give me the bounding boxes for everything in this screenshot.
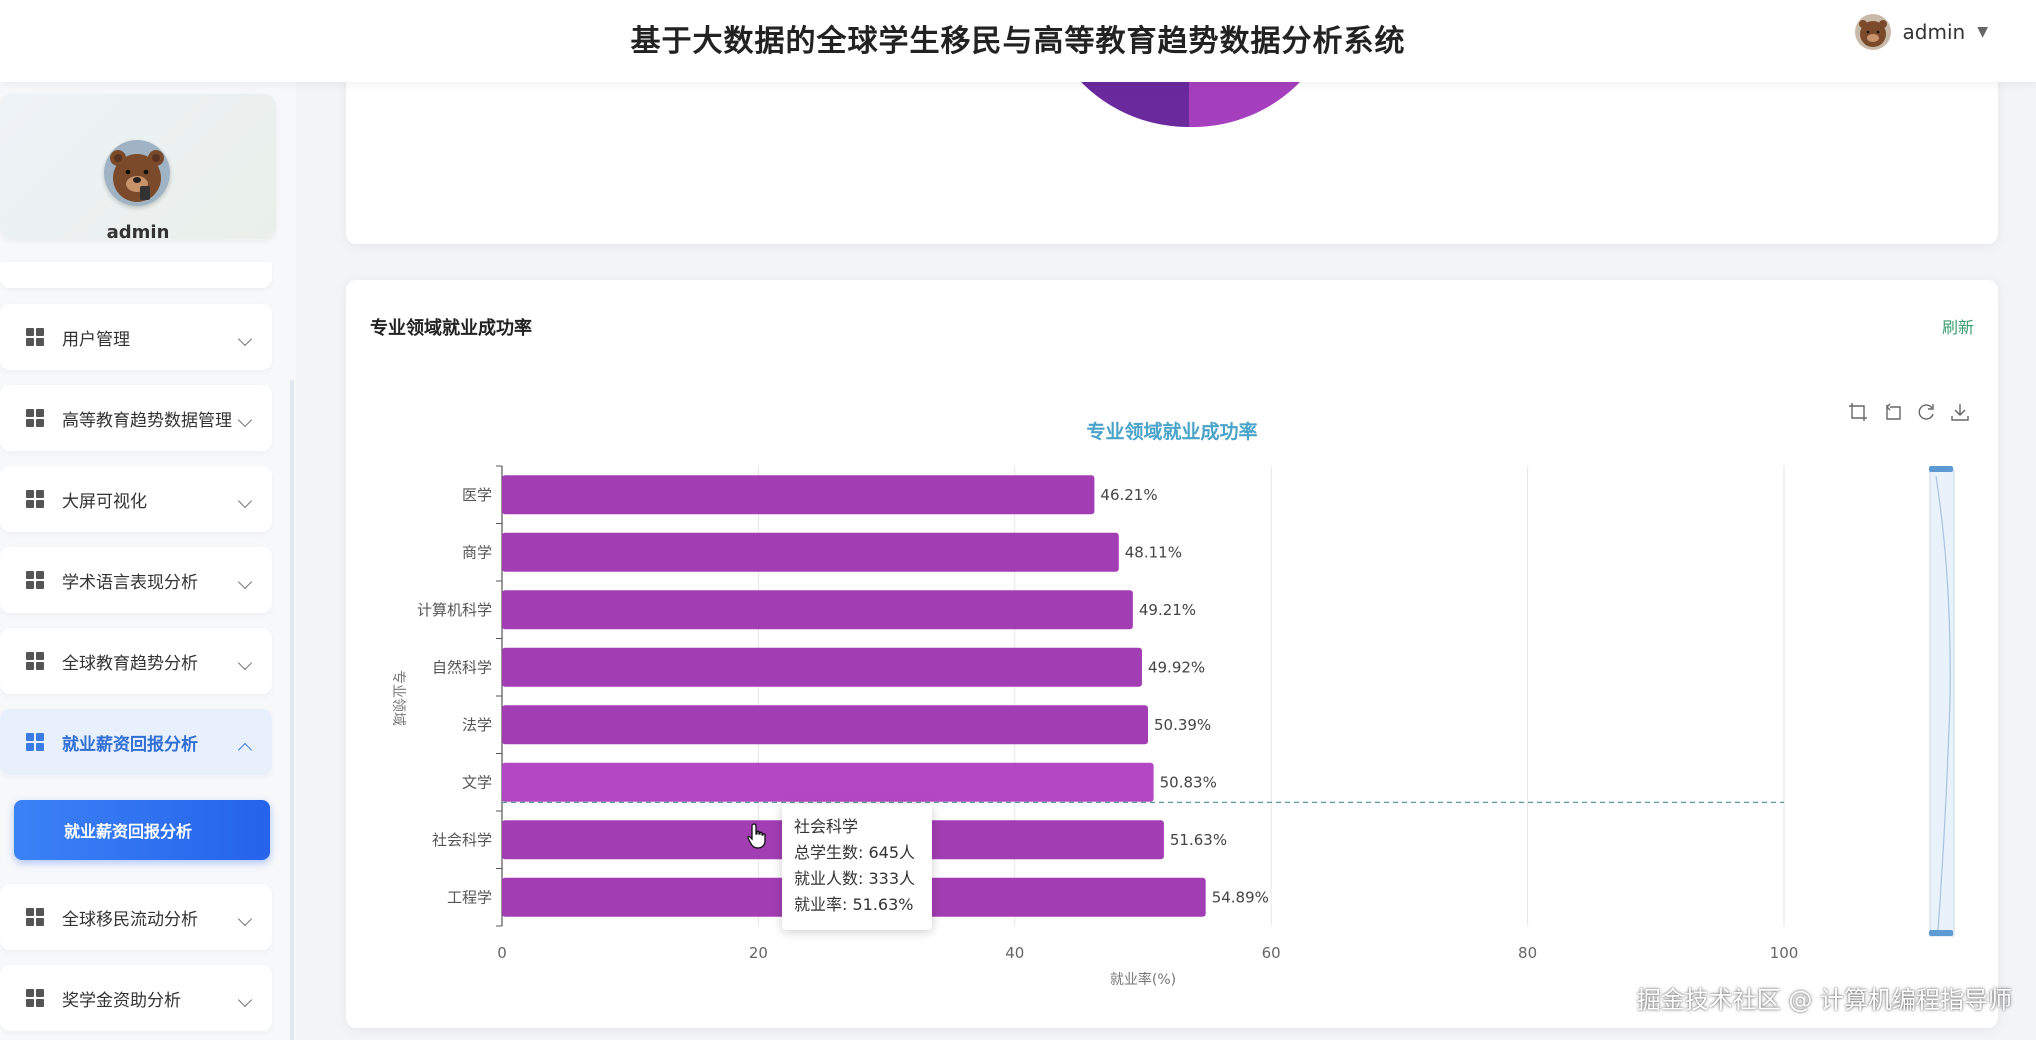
menu-item-user-management[interactable]: 用户管理 xyxy=(0,304,272,370)
x-tick-label: 80 xyxy=(1518,944,1537,962)
bar-value-label: 48.11% xyxy=(1125,543,1182,561)
x-tick-label: 60 xyxy=(1262,944,1281,962)
chevron-down-icon xyxy=(237,574,253,590)
y-tick-label: 文学 xyxy=(462,773,492,791)
y-tick-label: 自然科学 xyxy=(432,658,492,676)
menu-item-label: 全球教育趋势分析 xyxy=(62,653,198,674)
menu-item-partial[interactable] xyxy=(0,262,272,288)
sidebar: admin 用户管理 高等教育趋势数据管理 大屏可视化 学术语言表现分析 全球教… xyxy=(0,70,296,1040)
chevron-down-icon xyxy=(237,412,253,428)
x-axis-label: 就业率(%) xyxy=(1110,971,1176,988)
chevron-down-icon xyxy=(237,655,253,671)
y-tick-label: 商学 xyxy=(462,543,492,561)
y-tick-label: 医学 xyxy=(462,486,492,504)
tooltip-employed: 就业人数: 333人 xyxy=(794,869,916,888)
datazoom-handle-bottom[interactable] xyxy=(1929,930,1953,936)
menu-item-education-data[interactable]: 高等教育趋势数据管理 xyxy=(0,385,272,451)
chevron-down-icon xyxy=(237,331,253,347)
menu-item-label: 学术语言表现分析 xyxy=(62,572,198,593)
profile-avatar xyxy=(104,140,170,206)
user-avatar xyxy=(1854,14,1891,50)
tooltip-category: 社会科学 xyxy=(794,817,859,836)
x-tick-label: 100 xyxy=(1770,944,1799,962)
grid-icon xyxy=(26,328,44,346)
employment-rate-bar-chart: 专业领域就业成功率 0 20 40 60 80 100 医学 46.21% 商学 48.11% 计算机… xyxy=(390,420,1955,988)
menu-item-academic-language[interactable]: 学术语言表现分析 xyxy=(0,547,272,613)
menu-item-label: 高等教育趋势数据管理 xyxy=(62,410,232,431)
menu-item-label: 大屏可视化 xyxy=(62,491,147,512)
caret-down-icon: ▼ xyxy=(1977,24,1988,40)
grid-icon xyxy=(26,571,44,589)
bar-value-label: 50.39% xyxy=(1154,716,1211,734)
grid-icon xyxy=(26,989,44,1007)
bar[interactable] xyxy=(502,705,1148,745)
tooltip-total-students: 总学生数: 645人 xyxy=(794,843,916,862)
menu-item-salary-return[interactable]: 就业薪资回报分析 xyxy=(0,709,272,775)
chevron-down-icon xyxy=(237,911,253,927)
hand-cursor-icon xyxy=(747,823,766,849)
y-tick-label: 工程学 xyxy=(447,888,492,906)
menu-item-label: 奖学金资助分析 xyxy=(62,990,181,1011)
menu-item-migration-flow[interactable]: 全球移民流动分析 xyxy=(0,884,272,950)
chart-title: 专业领域就业成功率 xyxy=(1086,420,1257,443)
menu-item-global-education[interactable]: 全球教育趋势分析 xyxy=(0,628,272,694)
bar-value-label: 50.83% xyxy=(1160,773,1217,791)
zoom-reset-icon[interactable] xyxy=(1882,402,1902,422)
zoom-area-icon[interactable] xyxy=(1848,402,1868,422)
tooltip-rate: 就业率: 51.63% xyxy=(794,895,914,914)
x-tick-label: 20 xyxy=(749,944,768,962)
menu-item-label: 用户管理 xyxy=(62,329,130,350)
grid-icon xyxy=(26,733,44,751)
menu-item-big-screen[interactable]: 大屏可视化 xyxy=(0,466,272,532)
chevron-up-icon xyxy=(237,742,253,758)
bar-value-label: 46.21% xyxy=(1100,486,1157,504)
page-title: 基于大数据的全球学生移民与高等教育趋势数据分析系统 xyxy=(630,24,1406,59)
grid-icon xyxy=(26,652,44,670)
bar-value-label: 51.63% xyxy=(1170,831,1227,849)
chart-toolbox xyxy=(1848,402,1970,422)
y-tick-label: 计算机科学 xyxy=(417,601,492,619)
menu-item-label: 全球移民流动分析 xyxy=(62,909,198,930)
user-name: admin xyxy=(1902,20,1966,44)
download-icon[interactable] xyxy=(1950,402,1970,422)
sidebar-scrollbar[interactable] xyxy=(290,380,294,1040)
bar[interactable] xyxy=(502,590,1133,630)
watermark: 掘金技术社区 @ 计算机编程指导师 xyxy=(1636,986,2012,1014)
bar-value-label: 49.21% xyxy=(1139,601,1196,619)
bar[interactable] xyxy=(502,762,1154,802)
chevron-down-icon xyxy=(237,992,253,1008)
chevron-down-icon xyxy=(237,493,253,509)
top-header: 基于大数据的全球学生移民与高等教育趋势数据分析系统 admin ▼ xyxy=(0,0,2036,82)
submenu-item-salary-return[interactable]: 就业薪资回报分析 xyxy=(14,800,270,860)
y-tick-label: 社会科学 xyxy=(432,831,492,849)
bar[interactable] xyxy=(502,475,1095,515)
datazoom-handle-top[interactable] xyxy=(1929,466,1953,472)
profile-card: admin xyxy=(0,94,276,243)
x-tick-label: 40 xyxy=(1005,944,1024,962)
chart-tooltip: 社会科学 总学生数: 645人 就业人数: 333人 就业率: 51.63% xyxy=(782,804,932,930)
menu-item-label: 就业薪资回报分析 xyxy=(62,734,198,755)
menu-item-scholarship[interactable]: 奖学金资助分析 xyxy=(0,965,272,1031)
grid-icon xyxy=(26,409,44,427)
restore-icon[interactable] xyxy=(1916,402,1936,422)
bar-value-label: 49.92% xyxy=(1148,658,1205,676)
grid-icon xyxy=(26,490,44,508)
x-tick-label: 0 xyxy=(497,944,507,962)
bar[interactable] xyxy=(502,532,1119,572)
bar-value-label: 54.89% xyxy=(1212,888,1269,906)
y-axis-label: 专业领域 xyxy=(390,670,406,726)
grid-icon xyxy=(26,908,44,926)
user-menu[interactable]: admin ▼ xyxy=(1854,14,1988,50)
y-tick-label: 法学 xyxy=(462,716,492,734)
profile-name: admin xyxy=(106,222,170,243)
bar[interactable] xyxy=(502,647,1142,687)
